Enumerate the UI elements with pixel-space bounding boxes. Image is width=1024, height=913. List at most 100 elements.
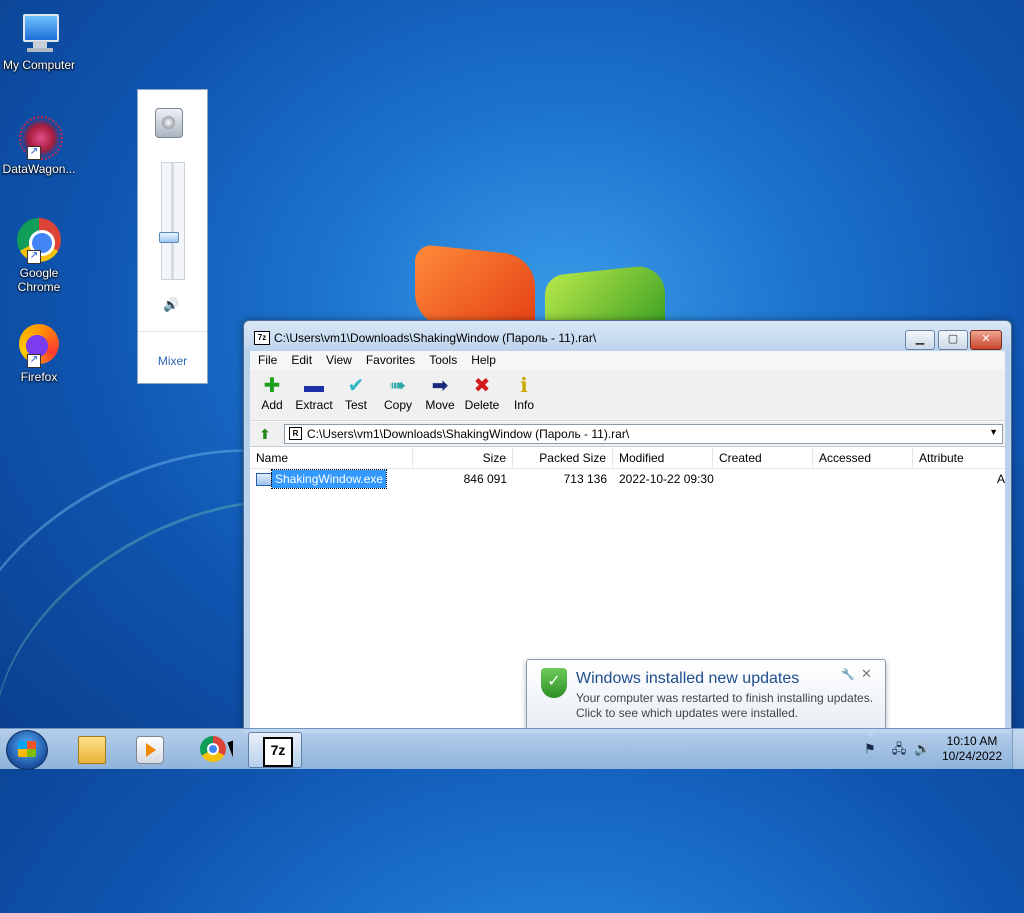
wrench-icon[interactable]: 🔧 (841, 668, 855, 681)
clock-date: 10/24/2022 (941, 749, 1003, 763)
info-button[interactable]: ℹ Info (503, 374, 545, 412)
file-name[interactable]: ShakingWindow.exe (270, 469, 388, 489)
delete-label: Delete (464, 398, 500, 412)
speaker-icon[interactable] (155, 108, 183, 138)
shortcut-arrow-icon: ↗ (27, 250, 41, 264)
firefox-icon: ↗ (15, 320, 63, 368)
shortcut-arrow-icon: ↗ (27, 146, 41, 160)
speaker-sound-icon[interactable]: 🔊 (163, 297, 179, 313)
file-attributes: A (996, 472, 1005, 486)
desktop-icon-label: My Computer (2, 58, 76, 72)
column-header-modified[interactable]: Modified (613, 448, 713, 468)
address-bar: ⬆ R C:\Users\vm1\Downloads\ShakingWindow… (250, 422, 1005, 447)
menu-tools[interactable]: Tools (423, 351, 463, 369)
desktop-icon-my-computer[interactable]: My Computer (0, 8, 78, 72)
volume-slider-thumb[interactable] (159, 232, 179, 244)
window-title: C:\Users\vm1\Downloads\ShakingWindow (Па… (274, 331, 597, 345)
desktop-icon-label: Firefox (20, 370, 58, 384)
computer-icon (15, 8, 63, 56)
column-header-name[interactable]: Name (250, 448, 413, 468)
mixer-link[interactable]: Mixer (138, 354, 207, 368)
menu-view[interactable]: View (320, 351, 358, 369)
address-text: C:\Users\vm1\Downloads\ShakingWindow (Па… (307, 427, 630, 441)
show-desktop-button[interactable] (1012, 729, 1024, 769)
copy-button[interactable]: ➠ Copy (377, 374, 419, 412)
volume-icon[interactable]: 🔊 (914, 741, 930, 757)
column-header-size[interactable]: Size (413, 448, 513, 468)
file-size: 846 091 (463, 472, 507, 486)
desktop-icon-google-chrome[interactable]: ↗ Google Chrome (0, 216, 78, 294)
move-button[interactable]: ➡ Move (419, 374, 461, 412)
desktop-icon-datawagon[interactable]: ↗ DataWagon... (0, 112, 78, 176)
file-packed-size: 713 136 (563, 472, 607, 486)
minus-icon: ▬ (304, 375, 324, 397)
extract-label: Extract (295, 398, 333, 412)
plus-icon: ✚ (263, 375, 281, 397)
address-combobox[interactable]: R C:\Users\vm1\Downloads\ShakingWindow (… (284, 424, 1003, 444)
clock[interactable]: 10:10 AM 10/24/2022 (936, 734, 1008, 764)
desktop-icon-label: Google (19, 266, 59, 280)
chrome-icon (200, 736, 226, 762)
copy-label: Copy (383, 398, 412, 412)
minimize-button[interactable]: ▁ (905, 330, 935, 350)
check-icon: ✔ (347, 375, 365, 397)
info-icon: ℹ (520, 375, 528, 397)
taskbar-media-player[interactable] (122, 732, 174, 766)
menu-bar: File Edit View Favorites Tools Help (250, 351, 1005, 371)
shortcut-arrow-icon: ↗ (27, 354, 41, 368)
file-list-header: Name Size Packed Size Modified Created A… (250, 448, 1005, 469)
info-label: Info (513, 398, 534, 412)
media-player-icon (136, 736, 164, 764)
maximize-button[interactable]: ▢ (938, 330, 968, 350)
notification-body: Your computer was restarted to finish in… (576, 691, 873, 721)
add-label: Add (261, 398, 283, 412)
column-header-accessed[interactable]: Accessed (813, 448, 913, 468)
taskbar: 7z ⚑ 🖧 🔊 10:10 AM 10/24/2022 (0, 728, 1024, 770)
volume-slider[interactable] (161, 162, 185, 280)
folder-up-icon[interactable]: ⬆ (256, 425, 274, 443)
x-icon: ✖ (473, 375, 491, 397)
taskbar-7zip[interactable]: 7z (248, 732, 302, 768)
notification-line: Click to see which updates were installe… (576, 706, 799, 720)
menu-edit[interactable]: Edit (285, 351, 318, 369)
column-header-attributes[interactable]: Attribute (913, 448, 1005, 468)
menu-file[interactable]: File (252, 351, 283, 369)
move-label: Move (425, 398, 455, 412)
chevron-down-icon[interactable]: ▼ (989, 427, 998, 437)
desktop-icon-firefox[interactable]: ↗ Firefox (0, 320, 78, 384)
volume-flyout: 🔊 Mixer (137, 89, 208, 384)
column-header-created[interactable]: Created (713, 448, 813, 468)
close-button[interactable]: ✕ (970, 330, 1002, 350)
test-label: Test (344, 398, 367, 412)
toolbar: ✚ Add ▬ Extract ✔ Test ➠ Copy ➡ Move ✖ D… (250, 370, 1005, 421)
windows-logo-icon (18, 741, 36, 757)
table-row[interactable]: ShakingWindow.exe 846 091 713 136 2022-1… (250, 469, 1005, 489)
start-button[interactable] (6, 730, 48, 770)
update-tray-icon[interactable]: ⚑ (862, 741, 878, 757)
chrome-icon: ↗ (15, 216, 63, 264)
shield-check-icon: ✓ (541, 668, 567, 698)
extract-button[interactable]: ▬ Extract (293, 374, 335, 412)
notification-title: Windows installed new updates (576, 670, 800, 687)
update-notification[interactable]: ✓ Windows installed new updates Your com… (526, 659, 886, 738)
column-header-packed-size[interactable]: Packed Size (513, 448, 613, 468)
exe-file-icon (256, 473, 272, 486)
menu-help[interactable]: Help (465, 351, 502, 369)
delete-button[interactable]: ✖ Delete (461, 374, 503, 412)
arrow-right-icon: ➡ (431, 375, 449, 397)
menu-favorites[interactable]: Favorites (360, 351, 421, 369)
taskbar-explorer[interactable] (64, 732, 116, 766)
close-icon[interactable]: ✕ (861, 666, 872, 682)
sevenzip-app-icon[interactable]: 7z (254, 331, 270, 345)
desktop-icon-label: DataWagon... (2, 162, 76, 176)
test-button[interactable]: ✔ Test (335, 374, 377, 412)
folder-icon (78, 736, 106, 764)
desktop-icon-label: Chrome (17, 280, 61, 294)
network-icon[interactable]: 🖧 (891, 741, 907, 757)
window-titlebar[interactable]: 7z C:\Users\vm1\Downloads\ShakingWindow … (244, 321, 1011, 351)
sevenzip-icon: 7z (263, 737, 293, 767)
archive-icon: R (289, 427, 302, 440)
add-button[interactable]: ✚ Add (251, 374, 293, 412)
datawagon-icon: ↗ (15, 112, 63, 160)
divider (138, 331, 207, 332)
